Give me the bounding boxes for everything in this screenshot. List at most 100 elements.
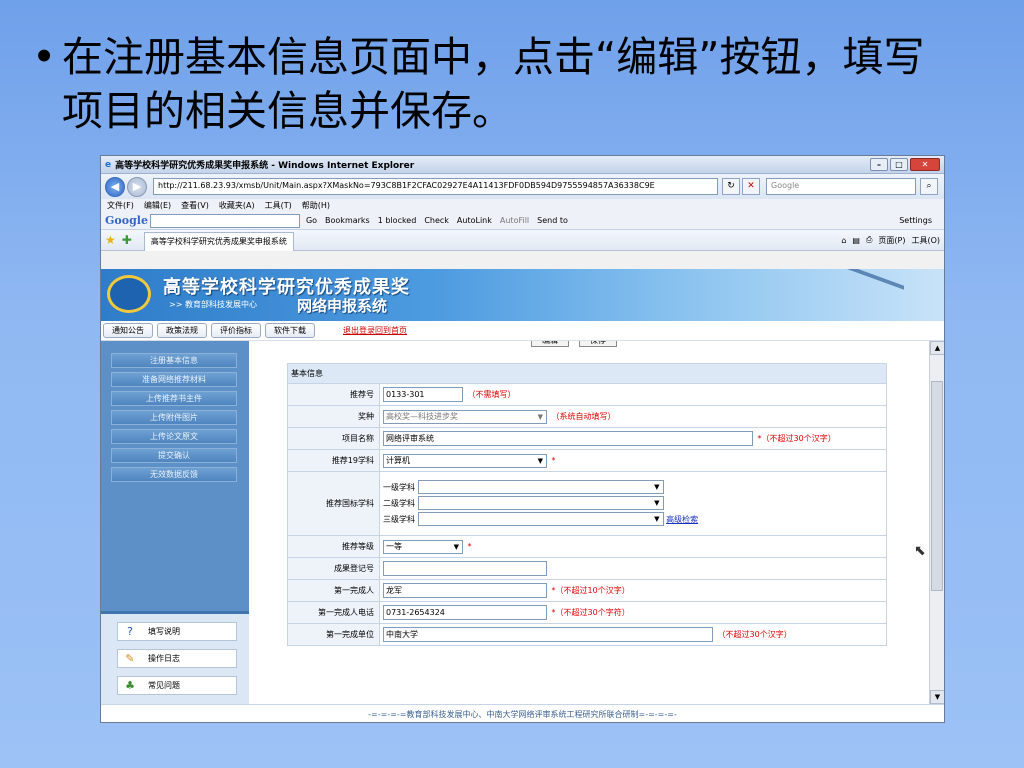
forward-button[interactable]: ▶ <box>127 176 147 197</box>
menu-edit[interactable]: 编辑(E) <box>144 200 171 211</box>
web-page: 高等学校科学研究优秀成果奖 >> 教育部科技发展中心 网络申报系统 通知公告 政… <box>101 269 944 722</box>
help-faq-button[interactable]: ♣ 常见问题 <box>117 676 237 695</box>
browser-tab[interactable]: 高等学校科学研究优秀成果奖申报系统 <box>143 231 294 251</box>
feeds-icon[interactable]: ▤ <box>852 236 860 245</box>
chevron-down-icon: ▼ <box>537 456 543 465</box>
page-menu[interactable]: 页面(P) <box>878 235 905 246</box>
reg-no-field[interactable] <box>383 561 547 576</box>
settings-button[interactable]: Settings <box>899 216 932 225</box>
help-instructions-button[interactable]: ? 填写说明 <box>117 622 237 641</box>
site-banner: 高等学校科学研究优秀成果奖 >> 教育部科技发展中心 网络申报系统 <box>101 269 944 321</box>
stop-icon[interactable]: ✕ <box>742 178 760 195</box>
autofill-button[interactable]: AutoFill <box>500 216 529 225</box>
nav-criteria[interactable]: 评价指标 <box>211 323 261 338</box>
save-button[interactable]: 保存 <box>579 341 617 347</box>
ie-logo-icon: e <box>105 159 112 170</box>
level2-select[interactable]: ▼ <box>417 496 664 510</box>
grade-select[interactable]: 一等 ▼ <box>383 539 463 554</box>
table-row: 第一完成人 龙军 *（不超过10个汉字） <box>287 579 887 602</box>
reg-no-label: 成果登记号 <box>287 557 380 580</box>
log-icon: ✎ <box>125 652 135 665</box>
logout-link[interactable]: 退出登录回到首页 <box>343 325 407 336</box>
form-actions: 编辑 保存 <box>531 341 627 347</box>
sidebar: 注册基本信息 准备网络推荐材料 上传推荐书主件 上传附件图片 上传论文原文 提交… <box>101 341 249 722</box>
grade-value: 一等 <box>386 541 402 551</box>
sidebar-item-feedback[interactable]: 无效数据反馈 <box>111 467 237 482</box>
menu-file[interactable]: 文件(F) <box>107 200 134 211</box>
favorites-bar: ★ ✚ 高等学校科学研究优秀成果奖申报系统 ⌂ ▤ ⎙ 页面(P) 工具(O) <box>101 230 944 251</box>
menu-view[interactable]: 查看(V) <box>181 200 209 211</box>
bookmarks-button[interactable]: Bookmarks <box>325 216 370 225</box>
home-icon[interactable]: ⌂ <box>841 236 846 245</box>
slide-text: 在注册基本信息页面中，点击“编辑”按钮，填写项目的相关信息并保存。 <box>62 33 925 135</box>
scroll-thumb[interactable] <box>931 381 943 591</box>
table-row: 成果登记号 <box>287 557 887 580</box>
favorites-star-icon[interactable]: ★ <box>105 233 116 247</box>
advanced-search-link[interactable]: 高级检索 <box>666 515 698 524</box>
back-button[interactable]: ◀ <box>105 176 125 197</box>
level3-select[interactable]: ▼ <box>417 512 664 526</box>
menu-tools[interactable]: 工具(T) <box>265 200 292 211</box>
level3-row: 三级学科 ▼ 高级检索 <box>383 512 883 528</box>
chevron-down-icon: ▼ <box>654 499 660 507</box>
search-icon[interactable]: ⌕ <box>920 178 938 195</box>
vertical-scrollbar[interactable]: ▲ ▼ <box>929 341 944 704</box>
nav-notices[interactable]: 通知公告 <box>103 323 153 338</box>
search-input[interactable]: Google <box>766 178 916 195</box>
rec-no-field[interactable]: 0133-301 <box>383 387 463 402</box>
menu-help[interactable]: 帮助(H) <box>302 200 330 211</box>
unit-label: 第一完成单位 <box>287 623 380 646</box>
google-search-input[interactable] <box>149 213 300 228</box>
table-row: 项目名称 网络评审系统 *（不超过30个汉字） <box>287 427 887 450</box>
send-to-button[interactable]: Send to <box>537 216 568 225</box>
phone-field[interactable]: 0731-2654324 <box>383 605 547 620</box>
close-button[interactable]: ✕ <box>910 158 940 171</box>
level2-label: 二级学科 <box>383 498 415 508</box>
sidebar-item-submit[interactable]: 提交确认 <box>111 448 237 463</box>
unit-field[interactable]: 中南大学 <box>383 627 713 642</box>
first-person-field[interactable]: 龙军 <box>383 583 547 598</box>
level1-label: 一级学科 <box>383 482 415 492</box>
award-value: 高校奖—科技进步奖 <box>386 411 458 421</box>
chevron-down-icon: ▼ <box>654 483 660 491</box>
main-content: 编辑 保存 基本信息 推荐号 0133-301 （不需填写） 奖种 <box>249 341 929 704</box>
grade-required: * <box>467 542 472 551</box>
sidebar-item-upload-images[interactable]: 上传附件图片 <box>111 410 237 425</box>
sidebar-item-prepare[interactable]: 准备网络推荐材料 <box>111 372 237 387</box>
google-go-button[interactable]: Go <box>306 216 317 225</box>
autolink-button[interactable]: AutoLink <box>457 216 492 225</box>
sidebar-item-upload-papers[interactable]: 上传论文原文 <box>111 429 237 444</box>
minimize-button[interactable]: – <box>870 158 888 171</box>
url-field[interactable]: http://211.68.23.93/xmsb/Unit/Main.aspx?… <box>153 178 718 195</box>
subject19-label: 推荐19学科 <box>287 449 380 472</box>
nav-downloads[interactable]: 软件下载 <box>265 323 315 338</box>
help-log-button[interactable]: ✎ 操作日志 <box>117 649 237 668</box>
menu-favorites[interactable]: 收藏夹(A) <box>219 200 255 211</box>
print-icon[interactable]: ⎙ <box>866 235 872 245</box>
phone-hint: *（不超过30个字符） <box>551 608 630 617</box>
award-select[interactable]: 高校奖—科技进步奖 ▼ <box>383 409 547 424</box>
sidebar-item-register[interactable]: 注册基本信息 <box>111 353 237 368</box>
edit-button[interactable]: 编辑 <box>531 341 569 347</box>
scroll-down-icon[interactable]: ▼ <box>930 690 944 704</box>
spellcheck-button[interactable]: Check <box>424 216 449 225</box>
help-faq-label: 常见问题 <box>148 681 180 690</box>
nav-policies[interactable]: 政策法规 <box>157 323 207 338</box>
table-row: 奖种 高校奖—科技进步奖 ▼ （系统自动填写） <box>287 405 887 428</box>
question-icon: ? <box>127 625 133 638</box>
maximize-button[interactable]: □ <box>890 158 908 171</box>
chevron-down-icon: ▼ <box>537 412 543 421</box>
mouse-cursor-icon: ⬉ <box>914 543 926 559</box>
subject19-select[interactable]: 计算机 ▼ <box>383 453 547 468</box>
refresh-icon[interactable]: ↻ <box>722 178 740 195</box>
award-hint: （系统自动填写） <box>551 412 616 421</box>
level1-select[interactable]: ▼ <box>417 480 664 494</box>
tools-menu[interactable]: 工具(O) <box>911 235 940 246</box>
popup-blocked-button[interactable]: 1 blocked <box>378 216 417 225</box>
sidebar-item-upload-main[interactable]: 上传推荐书主件 <box>111 391 237 406</box>
add-favorite-icon[interactable]: ✚ <box>122 233 132 247</box>
project-name-field[interactable]: 网络评审系统 <box>383 431 753 446</box>
bullet-dot: • <box>32 33 57 81</box>
scroll-up-icon[interactable]: ▲ <box>930 341 944 355</box>
help-log-label: 操作日志 <box>148 654 180 663</box>
